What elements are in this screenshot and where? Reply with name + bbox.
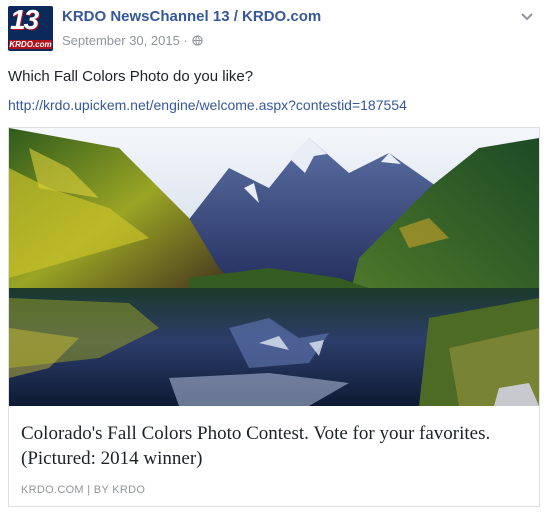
post-link[interactable]: http://krdo.upickem.net/engine/welcome.a… xyxy=(8,97,407,113)
facebook-post: 13 KRDO.com KRDO NewsChannel 13 / KRDO.c… xyxy=(0,0,548,516)
page-name-link[interactable]: KRDO NewsChannel 13 / KRDO.com xyxy=(62,8,321,25)
preview-image[interactable] xyxy=(9,128,539,406)
post-meta: September 30, 2015 · xyxy=(62,33,203,48)
link-preview-card[interactable]: Colorado's Fall Colors Photo Contest. Vo… xyxy=(8,127,540,507)
chevron-down-icon[interactable] xyxy=(520,12,534,22)
mountain-lake-photo xyxy=(9,128,539,406)
card-title[interactable]: Colorado's Fall Colors Photo Contest. Vo… xyxy=(21,421,526,471)
page-avatar[interactable]: 13 KRDO.com xyxy=(8,6,53,51)
logo-text: KRDO.com xyxy=(9,40,52,49)
logo-number: 13 xyxy=(10,6,39,35)
globe-icon xyxy=(192,35,203,46)
post-date[interactable]: September 30, 2015 · xyxy=(62,33,188,48)
post-message: Which Fall Colors Photo do you like? xyxy=(8,68,254,85)
card-domain: KRDO.COM | BY KRDO xyxy=(21,484,146,496)
